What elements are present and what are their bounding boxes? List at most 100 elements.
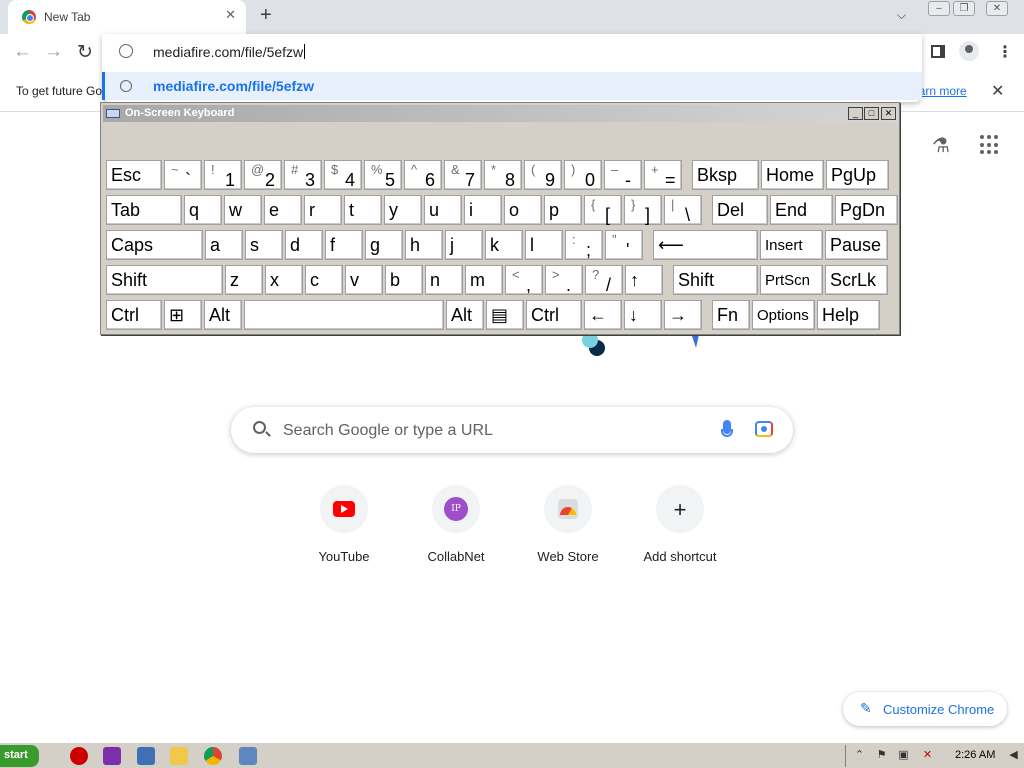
key-shift[interactable]: Shift xyxy=(106,265,223,295)
key-b[interactable]: b xyxy=(385,265,423,295)
key-sym0-13[interactable]: + = xyxy=(644,160,682,190)
key-f[interactable]: f xyxy=(325,230,363,260)
key-u[interactable]: u xyxy=(424,195,462,225)
osk-maximize-button[interactable]: □ xyxy=(864,107,879,120)
key-home[interactable]: Home xyxy=(761,160,824,190)
key-end[interactable]: End xyxy=(770,195,833,225)
key-sym3-9[interactable]: >. xyxy=(545,265,583,295)
key-c[interactable]: c xyxy=(305,265,343,295)
key-1[interactable]: ! 1 xyxy=(204,160,242,190)
key-m[interactable]: m xyxy=(465,265,503,295)
key-7[interactable]: & 7 xyxy=(444,160,482,190)
key-3[interactable]: #3 xyxy=(284,160,322,190)
key-sym4-7[interactable]: ← xyxy=(584,300,622,330)
shortcut-add[interactable]: + Add shortcut xyxy=(624,485,736,575)
omnibox-input[interactable]: mediafire.com/file/5efzw xyxy=(153,44,305,60)
osk-close-button[interactable]: ✕ xyxy=(881,107,896,120)
key-k[interactable]: k xyxy=(485,230,523,260)
search-input[interactable]: Search Google or type a URL xyxy=(283,422,493,440)
key-caps[interactable]: Caps xyxy=(106,230,203,260)
keyboard-taskbar-icon[interactable] xyxy=(239,747,257,765)
key-9[interactable]: (9 xyxy=(524,160,562,190)
network-icon[interactable]: ▣ xyxy=(896,748,911,763)
omnibox[interactable]: mediafire.com/file/5efzw mediafire.com/f… xyxy=(102,34,922,102)
key-5[interactable]: % 5 xyxy=(364,160,402,190)
key-sym1-13[interactable]: | \ xyxy=(664,195,702,225)
key-ctrl[interactable]: Ctrl xyxy=(106,300,162,330)
new-tab-button[interactable]: + xyxy=(260,4,272,27)
start-button[interactable]: start xyxy=(0,745,39,767)
osk-minimize-button[interactable]: _ xyxy=(848,107,863,120)
key-space[interactable] xyxy=(244,300,444,330)
key-sym1-11[interactable]: {[ xyxy=(584,195,622,225)
key-i[interactable]: i xyxy=(464,195,502,225)
key-esc[interactable]: Esc xyxy=(106,160,162,190)
chrome-menu-icon[interactable]: ⋮ xyxy=(997,42,1013,62)
google-apps-icon[interactable] xyxy=(980,135,1000,155)
ntp-search-box[interactable]: Search Google or type a URL xyxy=(231,407,793,453)
key-sym1-12[interactable]: }] xyxy=(624,195,662,225)
tab-search-dropdown-icon[interactable]: ⌵ xyxy=(897,8,906,23)
key-sym4-9[interactable]: → xyxy=(664,300,702,330)
key-shift[interactable]: Shift xyxy=(673,265,758,295)
key-h[interactable]: h xyxy=(405,230,443,260)
profile-icon[interactable] xyxy=(959,41,979,61)
restore-button[interactable]: ❐ xyxy=(953,1,975,16)
key-alt[interactable]: Alt xyxy=(446,300,484,330)
shortcut-youtube[interactable]: YouTube xyxy=(288,485,400,575)
side-panel-icon[interactable] xyxy=(931,45,945,58)
key-g[interactable]: g xyxy=(365,230,403,260)
quick-launch-icon[interactable] xyxy=(70,747,88,765)
tray-chevron-icon[interactable]: ⌃ xyxy=(852,748,867,763)
osk-title-bar[interactable]: On-Screen Keyboard _ □ ✕ xyxy=(103,105,898,122)
minimize-button[interactable]: – xyxy=(928,1,950,16)
key-2[interactable]: @2 xyxy=(244,160,282,190)
key-bksp[interactable]: Bksp xyxy=(692,160,759,190)
key-q[interactable]: q xyxy=(184,195,222,225)
close-icon[interactable]: ✕ xyxy=(225,7,236,23)
flag-icon[interactable]: ⚑ xyxy=(874,748,889,763)
key-x[interactable]: x xyxy=(265,265,303,295)
key-l[interactable]: l xyxy=(525,230,563,260)
key-tab[interactable]: Tab xyxy=(106,195,182,225)
key-z[interactable]: z xyxy=(225,265,263,295)
key-fn[interactable]: Fn xyxy=(712,300,750,330)
info-bar-close-icon[interactable]: ✕ xyxy=(991,81,1004,101)
key-d[interactable]: d xyxy=(285,230,323,260)
microphone-icon[interactable] xyxy=(721,420,733,437)
key-sym4-5[interactable]: ▤ xyxy=(486,300,524,330)
key-t[interactable]: t xyxy=(344,195,382,225)
key-sym0-12[interactable]: – - xyxy=(604,160,642,190)
window-close-button[interactable]: ✕ xyxy=(986,1,1008,16)
key-a[interactable]: a xyxy=(205,230,243,260)
onenote-icon[interactable] xyxy=(103,747,121,765)
key-sym4-1[interactable]: ⊞ xyxy=(164,300,202,330)
key-ctrl[interactable]: Ctrl xyxy=(526,300,582,330)
key-r[interactable]: r xyxy=(304,195,342,225)
key-j[interactable]: j xyxy=(445,230,483,260)
chrome-taskbar-icon[interactable] xyxy=(204,747,222,765)
google-lens-icon[interactable] xyxy=(755,421,773,437)
key-sym4-8[interactable]: ↓ xyxy=(624,300,662,330)
customize-chrome-button[interactable]: ✎ Customize Chrome xyxy=(843,692,1007,726)
key-options[interactable]: Options xyxy=(752,300,815,330)
key-pgup[interactable]: PgUp xyxy=(826,160,889,190)
forward-button[interactable]: → xyxy=(44,41,63,63)
key-e[interactable]: e xyxy=(264,195,302,225)
key-sym2-10[interactable]: :; xyxy=(565,230,603,260)
key-alt[interactable]: Alt xyxy=(204,300,242,330)
key-4[interactable]: $4 xyxy=(324,160,362,190)
speaker-icon[interactable]: ◀ xyxy=(1006,748,1021,763)
key-p[interactable]: p xyxy=(544,195,582,225)
tab-new-tab[interactable]: New Tab ✕ xyxy=(8,0,246,34)
key-pgdn[interactable]: PgDn xyxy=(835,195,898,225)
key-s[interactable]: s xyxy=(245,230,283,260)
labs-icon[interactable]: ⚗ xyxy=(932,133,950,158)
shortcut-collabnet[interactable]: IP CollabNet xyxy=(400,485,512,575)
key-o[interactable]: o xyxy=(504,195,542,225)
key-help[interactable]: Help xyxy=(817,300,880,330)
back-button[interactable]: ← xyxy=(13,41,32,63)
key-y[interactable]: y xyxy=(384,195,422,225)
key-sym3-11[interactable]: ↑ xyxy=(625,265,663,295)
key-sym2-12[interactable]: ⟵ xyxy=(653,230,758,260)
